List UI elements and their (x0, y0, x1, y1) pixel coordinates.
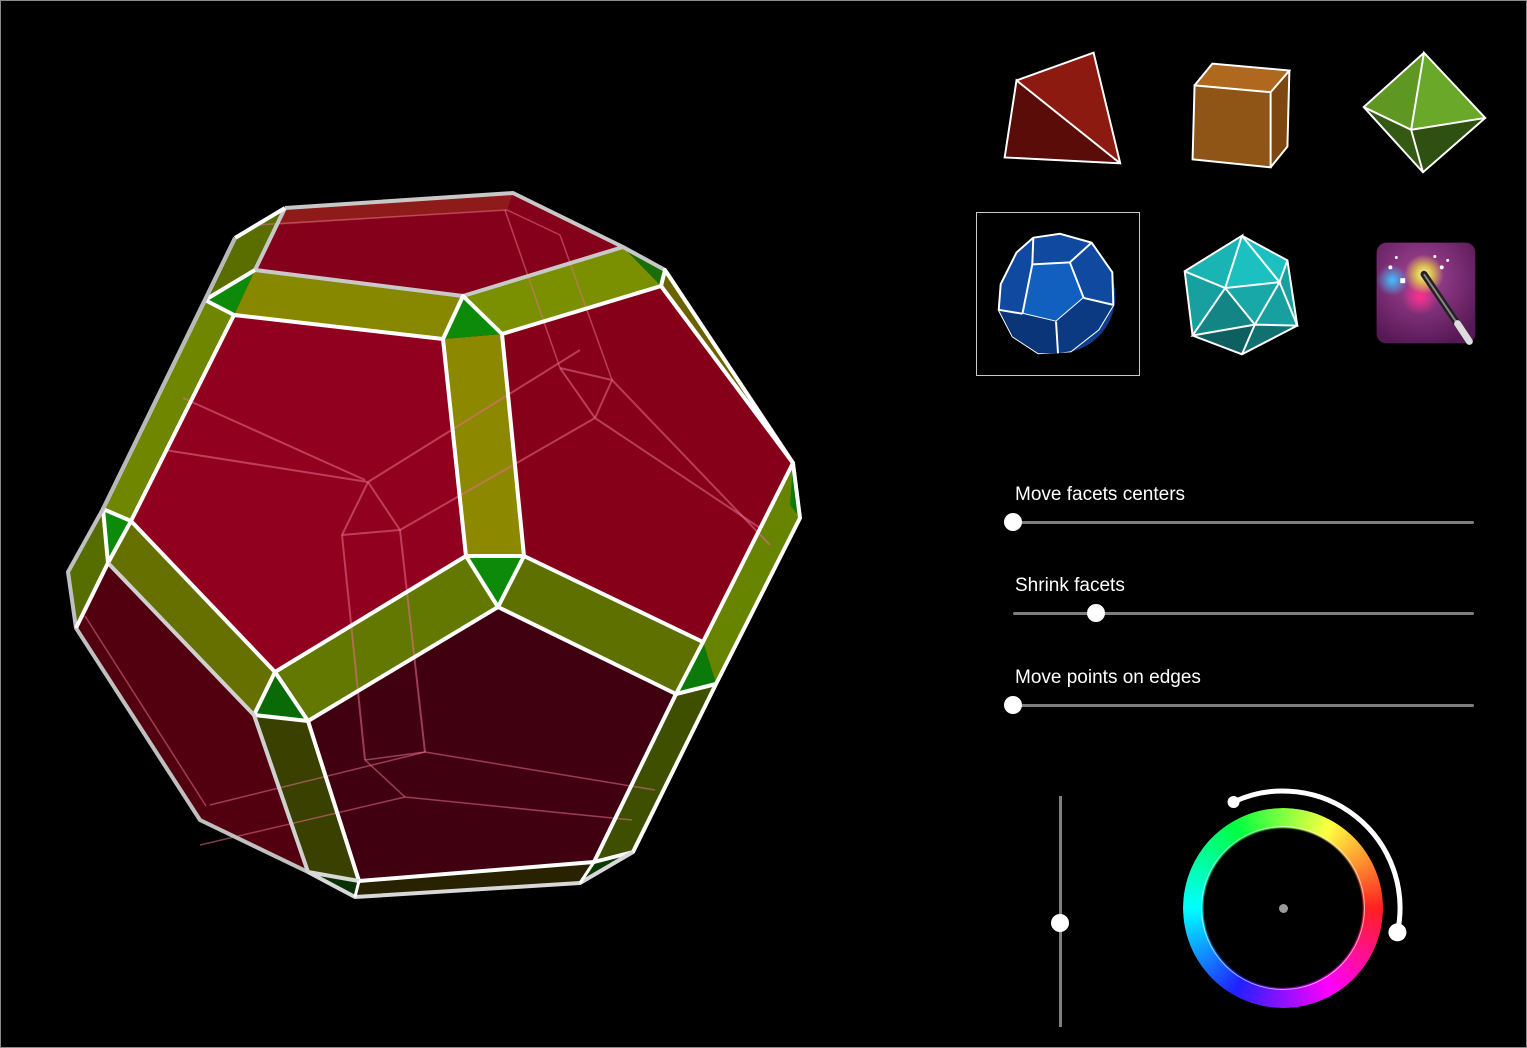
octahedron-icon (1362, 50, 1487, 174)
polyhedron-viewport[interactable] (0, 0, 960, 1048)
brightness-slider-thumb[interactable] (1051, 914, 1069, 933)
brightness-slider[interactable] (1050, 796, 1070, 1027)
solid-button-octahedron[interactable] (1340, 30, 1504, 194)
slider-label: Move points on edges (1015, 667, 1201, 688)
hue-range-picker[interactable] (1160, 780, 1420, 1030)
slider-track[interactable] (1013, 704, 1474, 707)
hue-range-arc[interactable] (1231, 788, 1403, 935)
solid-button-cube[interactable] (1158, 30, 1322, 194)
brightness-slider-track[interactable] (1059, 796, 1062, 1027)
slider-thumb[interactable] (1004, 513, 1022, 531)
slider-thumb[interactable] (1086, 604, 1105, 622)
hue-range-start-handle[interactable] (1227, 795, 1240, 808)
slider-shrink-facets[interactable]: Shrink facets (1013, 575, 1474, 635)
slider-move-facets-centers[interactable]: Move facets centers (1004, 484, 1474, 544)
icosahedron-icon (1183, 233, 1299, 356)
solid-button-magic-wand[interactable] (1340, 212, 1504, 376)
hue-range-end-handle[interactable] (1388, 923, 1407, 942)
dodecahedron-icon (997, 232, 1116, 355)
slider-track[interactable] (1013, 521, 1474, 524)
polyhedron-canvas[interactable] (0, 0, 960, 1048)
slider-label: Shrink facets (1015, 575, 1125, 596)
hue-range-arc-layer (1227, 788, 1407, 942)
slider-label: Move facets centers (1015, 484, 1186, 505)
solid-button-icosahedron[interactable] (1158, 212, 1322, 376)
slider-thumb[interactable] (1004, 696, 1022, 714)
tetrahedron-icon (1003, 51, 1122, 165)
cube-icon (1191, 62, 1292, 169)
slider-track[interactable] (1013, 612, 1474, 615)
magic-wand-icon (1376, 242, 1476, 345)
solid-button-tetrahedron[interactable] (976, 30, 1140, 194)
solid-button-dodecahedron[interactable] (976, 212, 1140, 376)
slider-move-points-on-edges[interactable]: Move points on edges (1004, 667, 1474, 727)
